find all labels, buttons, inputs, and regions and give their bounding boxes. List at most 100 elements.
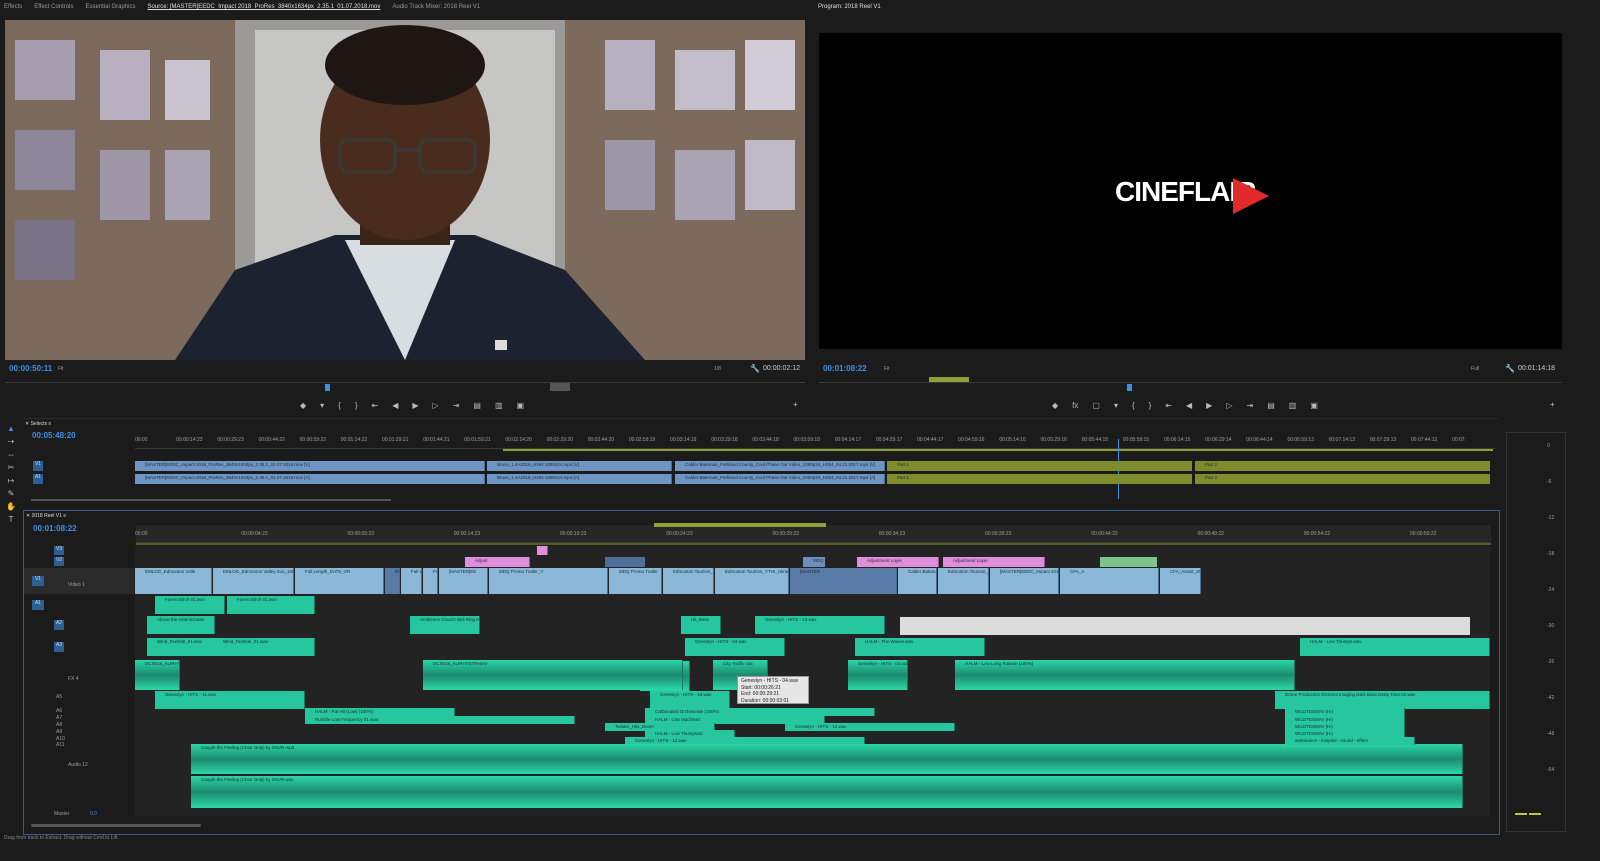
v3-clip[interactable]	[537, 546, 548, 555]
track-label-a1[interactable]: A1	[32, 600, 44, 610]
selects-clip-a-4[interactable]: Part 1	[887, 474, 1192, 484]
mark-in-bracket-icon[interactable]: {	[1132, 401, 1135, 410]
program-wrench-icon[interactable]: 🔧	[1505, 364, 1515, 373]
razor-icon[interactable]: ✂	[8, 463, 15, 472]
track-header-v3[interactable]: V3	[24, 546, 134, 556]
audio-clip[interactable]: HALM - Pat Hit (Low) (100%)	[305, 708, 455, 716]
v1-clip[interactable]: MDQ Promo Trailer	[609, 568, 662, 594]
selects-track-v1[interactable]: V1	[33, 461, 43, 471]
v2-clip-green[interactable]	[1100, 557, 1157, 567]
reel-scrollbar[interactable]	[31, 824, 201, 827]
go-to-out-icon[interactable]: ⇥	[1246, 401, 1253, 410]
tab-program[interactable]: Program: 2018 Reel V1	[818, 4, 881, 10]
audio-clip[interactable]: Forest Birch 01.wav	[227, 596, 315, 614]
camera-icon[interactable]: ▣	[517, 401, 525, 410]
tab-effect-controls[interactable]: Effect Controls	[34, 4, 73, 10]
marker-icon[interactable]: ▾	[320, 401, 324, 410]
tab-effects[interactable]: Effects	[4, 4, 22, 10]
go-to-in-icon[interactable]: ⇤	[1165, 401, 1172, 410]
selects-track-a1[interactable]: A1	[33, 474, 43, 484]
audio-clip[interactable]: DCX018_ALIRHTSTR	[135, 660, 180, 690]
camera-icon[interactable]: ▣	[1310, 401, 1318, 410]
extract-icon[interactable]: ▥	[1289, 401, 1297, 410]
mark-out-bracket-icon[interactable]: }	[355, 401, 358, 410]
v1-clip[interactable]: [MASTER]EEDC_Impact 2018_ProR	[990, 568, 1059, 594]
audio-clip[interactable]: Geneslyn - HITS - 12.wav	[785, 723, 955, 731]
source-resolution-select[interactable]: 1/8	[714, 366, 721, 372]
marker-icon[interactable]: ▾	[1114, 401, 1118, 410]
v2-clip-blue[interactable]	[605, 557, 645, 567]
audio-clip[interactable]: Caught the Feeling (Choir Only) by SNVR.…	[191, 744, 1463, 774]
v2-adjustment-clip-3[interactable]: Adjustment Layer	[943, 557, 1045, 567]
step-forward-icon[interactable]: ▷	[1226, 401, 1232, 410]
audio-clip[interactable]: Wind_Rumble_01.wav	[147, 638, 222, 656]
audio-clip[interactable]: HALM - The Waves.wav	[855, 638, 985, 656]
play-icon[interactable]: ▶	[1206, 401, 1212, 410]
mark-in-icon[interactable]: ◆	[1052, 401, 1058, 410]
v1-clip[interactable]: EMLG	[385, 568, 400, 594]
selects-clip-v-2[interactable]: Bruce_1.4A2018_H264.1080x24.mp4 [V]	[487, 461, 672, 471]
type-icon[interactable]: T	[9, 515, 14, 524]
program-resolution-select[interactable]: Full	[1471, 366, 1479, 372]
v1-clip[interactable]: Full	[423, 568, 438, 594]
track-header-v2[interactable]: V2	[24, 557, 134, 567]
reel-tab[interactable]: ✕ 2018 Reel V1 ≡	[26, 513, 66, 519]
selects-clip-a-3[interactable]: Calder Bateman_Parkland County_Cool Phas…	[675, 474, 885, 484]
selects-clip-a-2[interactable]: Bruce_1.4A2018_H264.1080x24.mp4 [A]	[487, 474, 672, 484]
track-header-fx4[interactable]: FX 4	[24, 660, 134, 690]
audio-clip[interactable]: Geneslyn - HITS - 13.wav	[755, 616, 885, 634]
mark-in-icon[interactable]: ◆	[300, 401, 306, 410]
v1-clip[interactable]: Edmonton Tourism_YTHI_Ukrainian Cultural…	[715, 568, 789, 594]
mark-out-bracket-icon[interactable]: }	[1149, 401, 1152, 410]
track-label-a11[interactable]: A11	[56, 742, 65, 748]
source-playhead[interactable]	[325, 384, 330, 391]
hand-icon[interactable]: ✋	[6, 502, 16, 511]
selects-clip-v-3[interactable]: Calder Bateman_Parkland County_Cool Phas…	[675, 461, 885, 471]
track-header-a6[interactable]: A6	[24, 708, 134, 714]
program-fit-select[interactable]: Fit	[884, 366, 890, 372]
mark-in-bracket-icon[interactable]: {	[338, 401, 341, 410]
program-mini-timeline[interactable]	[819, 377, 1562, 392]
track-label-a3[interactable]: A3	[54, 642, 64, 652]
program-playhead[interactable]	[1127, 384, 1132, 391]
go-to-out-icon[interactable]: ⇥	[453, 401, 460, 410]
track-label-v2[interactable]: V2	[54, 557, 64, 566]
audio-clip[interactable]: Caught the Feeling (Choir Only) by SNVR.…	[191, 776, 1463, 808]
audio-clip[interactable]: Hit_Bass	[681, 616, 721, 634]
play-icon[interactable]: ▶	[412, 401, 418, 410]
tab-source[interactable]: Source: [MASTER]EEDC_Impact 2018_ProRes_…	[148, 4, 381, 10]
safe-margin-icon[interactable]: ▢	[1092, 401, 1100, 410]
v1-clip[interactable]: CFA_A	[1060, 568, 1159, 594]
v1-clip[interactable]: Full Length_DAT8_OR	[295, 568, 384, 594]
tab-essential-graphics[interactable]: Essential Graphics	[85, 4, 135, 10]
slip-icon[interactable]: ↦	[8, 476, 15, 485]
audio-clip[interactable]: HALM - Low Long Tsalase (100%)	[955, 660, 1295, 690]
track-header-a9[interactable]: A9	[24, 729, 134, 735]
selects-tab[interactable]: ✕ Selects ≡	[25, 421, 51, 427]
track-label-a9[interactable]: A9	[56, 729, 62, 735]
audio-clip[interactable]: Geneslyn - HITS - 11.wav	[155, 691, 305, 709]
v1-clip[interactable]: Calder Bateman_Parkl	[898, 568, 937, 594]
audio-clip[interactable]: Geneslyn - HITS - 04.wav	[685, 638, 785, 656]
source-fit-select[interactable]: Fit	[58, 366, 64, 372]
selects-scrollbar[interactable]	[31, 499, 391, 501]
fx-icon[interactable]: fx	[1072, 401, 1078, 410]
v1-clip[interactable]: CFA_Assist_1920x9x	[1160, 568, 1201, 594]
go-to-in-icon[interactable]: ⇤	[372, 401, 379, 410]
tab-audio-track-mixer[interactable]: Audio Track Mixer: 2018 Reel V1	[392, 4, 480, 10]
source-mini-timeline[interactable]	[5, 382, 805, 392]
ripple-edit-icon[interactable]: ⇔	[7, 450, 15, 459]
program-timecode[interactable]: 00:01:08:22	[823, 364, 867, 373]
audio-clip[interactable]: Drone Production Element Imaging Dark Ba…	[1275, 691, 1490, 709]
track-label-a7[interactable]: A7	[56, 715, 62, 721]
v2-adjustment-clip-1[interactable]: Adjust	[465, 557, 530, 567]
track-header-a2[interactable]: A2	[24, 616, 134, 636]
a2-grey-clip[interactable]	[900, 617, 1470, 635]
track-header-audio12[interactable]: Audio 12	[24, 750, 134, 810]
audio-clip[interactable]: Above the Asteroid.wav	[147, 616, 215, 634]
v1-clip[interactable]: [MASTER]EE	[439, 568, 488, 594]
track-header-a11[interactable]: A11	[24, 742, 134, 748]
v1-clip[interactable]: MDQ Promo Trailer_V	[489, 568, 608, 594]
track-label-a6[interactable]: A6	[56, 708, 62, 714]
pen-icon[interactable]: ✎	[8, 489, 15, 498]
